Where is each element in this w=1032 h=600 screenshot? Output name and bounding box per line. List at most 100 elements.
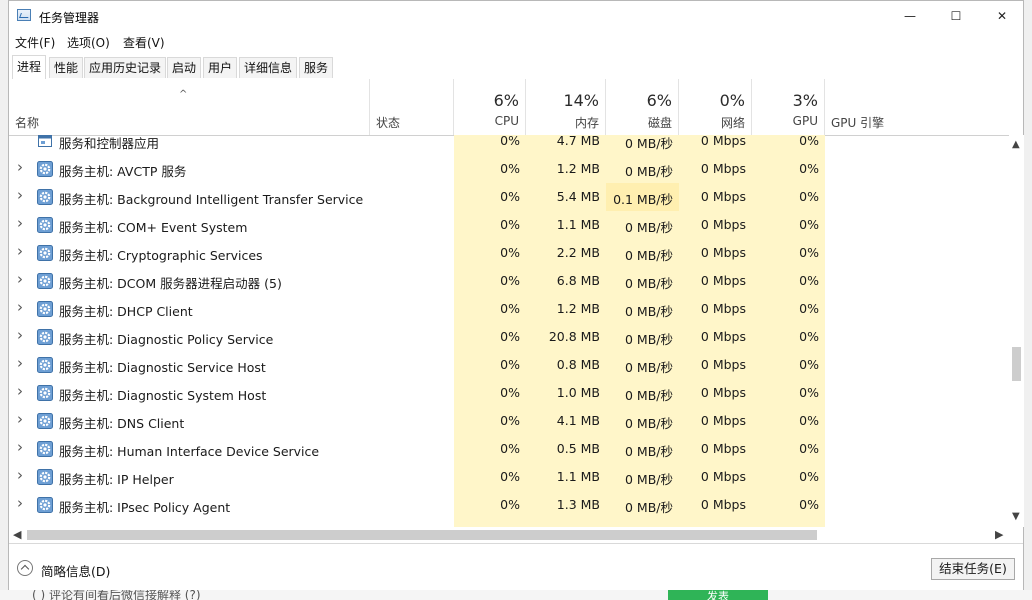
process-name: 服务主机: Diagnostic System Host bbox=[59, 388, 267, 403]
column-memory[interactable]: 14% 内存 bbox=[526, 79, 606, 135]
gear-icon bbox=[37, 329, 53, 345]
process-name: 服务主机: Human Interface Device Service bbox=[59, 444, 320, 459]
expand-chevron-icon[interactable]: › bbox=[17, 438, 23, 456]
tab-performance[interactable]: 性能 bbox=[49, 57, 84, 78]
column-gpu[interactable]: 3% GPU bbox=[752, 79, 825, 135]
table-row[interactable]: › 服务主机: IP Helper 0% 1.1 MB 0 MB/秒 0 Mbps 0% bbox=[9, 463, 1010, 491]
network-cell: 0 Mbps bbox=[700, 413, 746, 428]
table-row[interactable]: › 服务主机: Diagnostic Policy Service 0% 20.8 M… bbox=[9, 323, 1010, 351]
cpu-cell: 0% bbox=[500, 329, 520, 344]
expand-chevron-icon[interactable]: › bbox=[17, 410, 23, 428]
table-row[interactable]: › 服务主机: DHCP Client 0% 1.2 MB 0 MB/秒 0 Mbps 0% bbox=[9, 295, 1010, 323]
network-cell: 0 Mbps bbox=[700, 245, 746, 260]
scroll-right-icon[interactable]: ▶ bbox=[995, 528, 1003, 541]
table-row[interactable]: › 服务主机: DNS Client 0% 4.1 MB 0 MB/秒 0 Mbps 0% bbox=[9, 407, 1010, 435]
gear-icon bbox=[37, 469, 53, 485]
tab-app-history[interactable]: 应用历史记录 bbox=[84, 57, 167, 78]
table-row[interactable]: › 服务主机: Diagnostic System Host 0% 1.0 MB 0 M… bbox=[9, 379, 1010, 407]
network-cell: 0 Mbps bbox=[700, 273, 746, 288]
window-title: 任务管理器 bbox=[39, 11, 100, 25]
disk-cell: 0 MB/秒 bbox=[625, 136, 673, 151]
cpu-cell: 0% bbox=[500, 245, 520, 260]
network-cell: 0 Mbps bbox=[700, 301, 746, 316]
expand-chevron-icon[interactable]: › bbox=[17, 466, 23, 484]
disk-cell: 0.1 MB/秒 bbox=[613, 192, 673, 207]
gpu-cell: 0% bbox=[799, 413, 819, 428]
disk-cell: 0 MB/秒 bbox=[625, 472, 673, 487]
scroll-down-icon[interactable]: ▼ bbox=[1012, 511, 1020, 522]
gear-icon bbox=[37, 413, 53, 429]
column-network[interactable]: 0% 网络 bbox=[679, 79, 752, 135]
tab-processes[interactable]: 进程 bbox=[12, 55, 47, 80]
scroll-up-icon[interactable]: ▲ bbox=[1012, 139, 1020, 150]
minimize-button[interactable]: — bbox=[887, 1, 933, 31]
column-memory-label: 内存 bbox=[574, 116, 599, 130]
expand-chevron-icon[interactable]: › bbox=[17, 242, 23, 260]
end-task-button[interactable]: 结束任务(E) bbox=[931, 558, 1015, 580]
collapse-chevron-icon[interactable] bbox=[17, 560, 33, 576]
vertical-scroll-thumb[interactable] bbox=[1012, 347, 1021, 381]
disk-cell: 0 MB/秒 bbox=[625, 388, 673, 403]
vertical-scrollbar[interactable]: ▲ ▼ bbox=[1009, 135, 1024, 527]
task-manager-app-icon bbox=[17, 9, 31, 21]
network-cell: 0 Mbps bbox=[700, 385, 746, 400]
column-name[interactable]: ^ 名称 bbox=[9, 79, 370, 135]
memory-cell: 4.1 MB bbox=[556, 413, 600, 428]
disk-cell: 0 MB/秒 bbox=[625, 248, 673, 263]
process-name: 服务主机: Cryptographic Services bbox=[59, 248, 263, 263]
tab-users[interactable]: 用户 bbox=[203, 57, 238, 78]
column-disk[interactable]: 6% 磁盘 bbox=[606, 79, 679, 135]
memory-total-percent: 14% bbox=[563, 91, 599, 110]
horizontal-scrollbar[interactable]: ◀ ▶ bbox=[9, 527, 1010, 543]
tab-startup[interactable]: 启动 bbox=[167, 57, 202, 78]
app-window-icon bbox=[37, 135, 53, 149]
maximize-button[interactable]: ☐ bbox=[933, 1, 979, 31]
close-button[interactable]: ✕ bbox=[979, 1, 1025, 31]
cpu-cell: 0% bbox=[500, 497, 520, 512]
column-status[interactable]: 状态 bbox=[370, 79, 454, 135]
expand-chevron-icon[interactable]: › bbox=[17, 354, 23, 372]
table-row[interactable]: › 服务主机: Background Intelligent Transfer S… bbox=[9, 183, 1010, 211]
table-row[interactable]: › 服务主机: Human Interface Device Service 0% 0… bbox=[9, 435, 1010, 463]
menu-file[interactable]: 文件(F) bbox=[15, 34, 55, 51]
column-cpu[interactable]: 6% CPU bbox=[454, 79, 526, 135]
expand-chevron-icon[interactable]: › bbox=[17, 270, 23, 288]
expand-chevron-icon[interactable]: › bbox=[17, 186, 23, 204]
title-bar[interactable]: 任务管理器 — ☐ ✕ bbox=[9, 1, 1023, 31]
memory-cell: 20.8 MB bbox=[548, 329, 600, 344]
process-name: 服务主机: Diagnostic Service Host bbox=[59, 360, 266, 375]
table-row[interactable]: › 服务主机: Diagnostic Service Host 0% 0.8 MB 0 … bbox=[9, 351, 1010, 379]
horizontal-scroll-thumb[interactable] bbox=[27, 530, 817, 540]
scroll-left-icon[interactable]: ◀ bbox=[13, 528, 21, 541]
network-cell: 0 Mbps bbox=[700, 217, 746, 232]
process-name: 服务主机: Diagnostic Policy Service bbox=[59, 332, 274, 347]
expand-chevron-icon[interactable]: › bbox=[17, 214, 23, 232]
expand-chevron-icon[interactable]: › bbox=[17, 158, 23, 176]
fewer-details-link[interactable]: 简略信息(D) bbox=[41, 561, 110, 580]
process-name: 服务主机: IPsec Policy Agent bbox=[59, 500, 231, 515]
tab-details[interactable]: 详细信息 bbox=[239, 57, 298, 78]
tab-services[interactable]: 服务 bbox=[299, 57, 334, 78]
column-gpu-engine[interactable]: GPU 引擎 bbox=[825, 79, 1010, 135]
table-row[interactable]: › 服务主机: AVCTP 服务 0% 1.2 MB 0 MB/秒 0 Mbps 0% bbox=[9, 155, 1010, 183]
table-row[interactable]: › 服务主机: DCOM 服务器进程启动器 (5) 0% 6.8 MB 0 MB/秒 0 … bbox=[9, 267, 1010, 295]
menu-view[interactable]: 查看(V) bbox=[123, 34, 165, 51]
gpu-cell: 0% bbox=[799, 469, 819, 484]
expand-chevron-icon[interactable]: › bbox=[17, 494, 23, 512]
table-row[interactable]: › 服务主机: Cryptographic Services 0% 2.2 MB 0 M… bbox=[9, 239, 1010, 267]
table-row[interactable]: 服务和控制器应用 0% 4.7 MB 0 MB/秒 0 Mbps 0% bbox=[9, 135, 1010, 155]
cpu-cell: 0% bbox=[500, 273, 520, 288]
expand-chevron-icon[interactable]: › bbox=[17, 382, 23, 400]
memory-cell: 1.2 MB bbox=[556, 301, 600, 316]
table-row[interactable]: › 服务主机: COM+ Event System 0% 1.1 MB 0 MB/秒 0 … bbox=[9, 211, 1010, 239]
menu-options[interactable]: 选项(O) bbox=[67, 34, 110, 51]
process-name: 服务主机: IP Helper bbox=[59, 472, 174, 487]
table-row[interactable]: › 服务主机: IPsec Policy Agent 0% 1.3 MB 0 MB/秒 0… bbox=[9, 491, 1010, 519]
expand-chevron-icon[interactable]: › bbox=[17, 326, 23, 344]
network-cell: 0 Mbps bbox=[700, 161, 746, 176]
process-name: 服务主机: DNS Client bbox=[59, 416, 185, 431]
expand-chevron-icon[interactable]: › bbox=[17, 298, 23, 316]
network-cell: 0 Mbps bbox=[700, 469, 746, 484]
task-manager-window: 任务管理器 — ☐ ✕ 文件(F) 选项(O) 查看(V) 进程 性能 应用历史… bbox=[8, 0, 1024, 592]
background-comment-text: ( ) 评论有间看后微信接解释 (?) bbox=[32, 590, 201, 600]
